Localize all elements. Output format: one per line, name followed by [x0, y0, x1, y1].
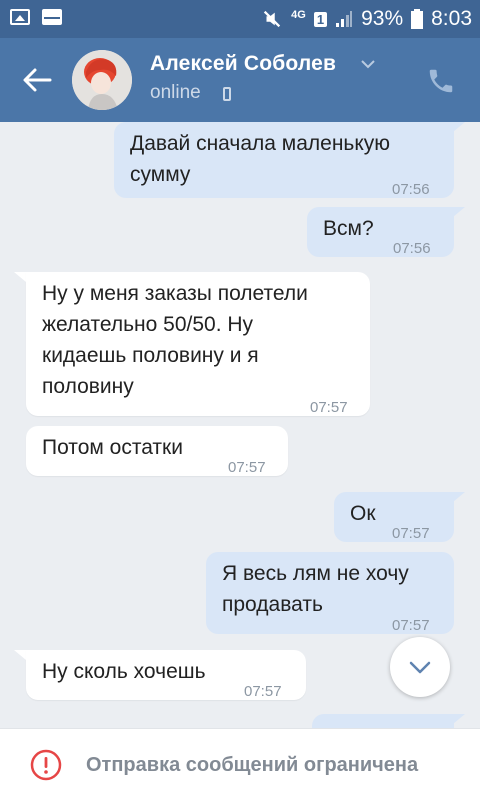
message-time: 07:57	[228, 459, 266, 476]
message-time: 07:57	[392, 525, 430, 542]
sim-indicator: 1	[313, 11, 328, 27]
phone-call-icon[interactable]	[426, 66, 456, 96]
mute-icon	[264, 10, 281, 28]
message-time: 07:57	[244, 683, 282, 700]
message-time: 07:56	[393, 240, 431, 257]
chevron-down-icon	[409, 661, 431, 674]
message-incoming[interactable]: Потом остатки 07:57	[26, 426, 288, 476]
chat-header: Алексей Соболев online	[0, 38, 480, 122]
messaging-restricted-text: Отправка сообщений ограничена	[86, 754, 419, 776]
message-outgoing[interactable]: Ок 07:57	[334, 492, 454, 542]
clock: 8:03	[431, 7, 472, 30]
avatar-image	[72, 50, 132, 110]
gallery-notification-icon	[10, 9, 30, 25]
message-text: Ну у меня заказы полетели желательно 50/…	[42, 282, 308, 398]
network-type: 4G	[291, 9, 306, 21]
battery-percent: 93%	[361, 7, 404, 30]
message-outgoing[interactable]: Всм? 07:56	[307, 207, 454, 257]
message-outgoing[interactable]: Я весь лям не хочу продавать 07:57	[206, 552, 454, 634]
scroll-down-button[interactable]	[390, 637, 450, 697]
signal-icon	[336, 11, 353, 27]
message-time: 07:56	[392, 181, 430, 198]
back-arrow-icon[interactable]	[22, 66, 52, 94]
battery-icon	[411, 9, 424, 29]
message-incoming[interactable]: Ну сколь хочешь 07:57	[26, 650, 306, 700]
message-incoming[interactable]: Ну у меня заказы полетели желательно 50/…	[26, 272, 370, 416]
status-bar: 4G 1 93% 8:03	[0, 0, 480, 38]
mail-notification-icon	[42, 9, 62, 25]
chevron-down-icon[interactable]	[360, 58, 376, 70]
warning-icon	[30, 749, 62, 781]
message-time: 07:57	[310, 399, 348, 416]
contact-status: online	[150, 82, 201, 103]
mobile-device-icon	[223, 87, 231, 101]
message-outgoing[interactable]: Давай сначала маленькую сумму 07:56	[114, 122, 454, 198]
composer-restricted-bar: Отправка сообщений ограничена	[0, 728, 480, 801]
contact-name[interactable]: Алексей Соболев	[150, 52, 336, 76]
avatar[interactable]	[72, 50, 132, 110]
